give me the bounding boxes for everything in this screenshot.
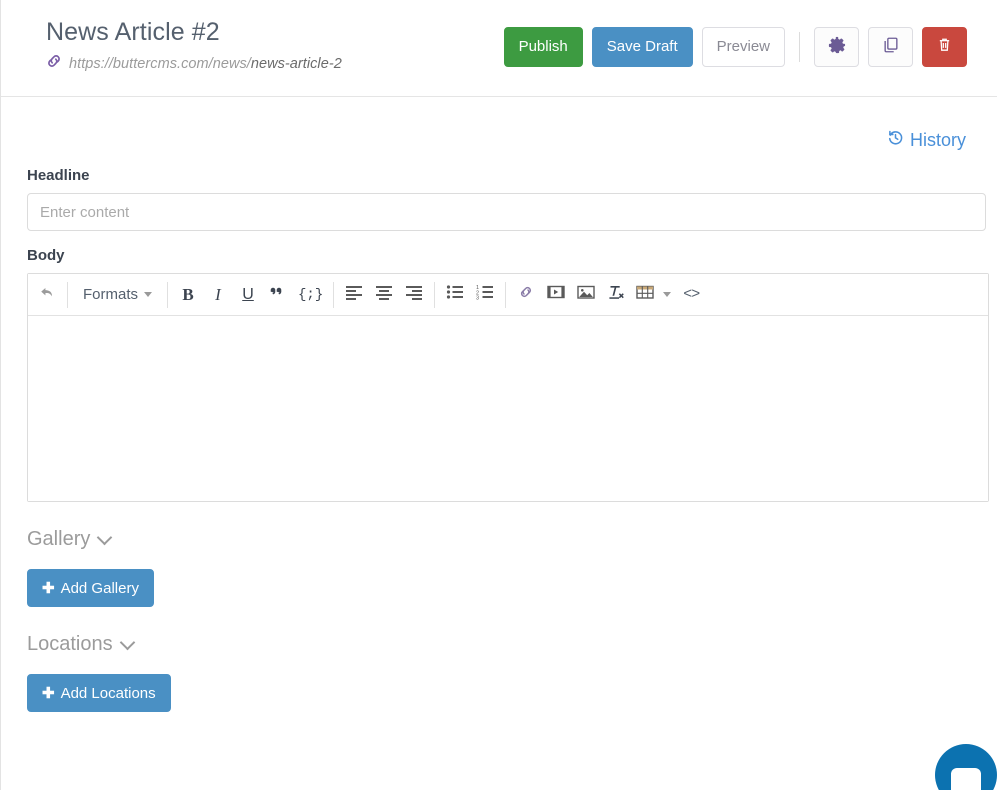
body-editor-content[interactable] <box>28 316 988 501</box>
history-row: History <box>27 97 971 151</box>
header-actions: Publish Save Draft Preview <box>503 27 967 67</box>
body-label: Body <box>27 247 65 264</box>
chevron-down-icon <box>144 292 153 297</box>
delete-button[interactable] <box>922 27 967 67</box>
insert-video-icon <box>547 284 565 305</box>
section-header-locations[interactable]: Locations <box>27 633 971 656</box>
chevron-down-icon <box>119 634 135 650</box>
undo-button[interactable] <box>32 279 62 311</box>
page-url-text: https://buttercms.com/news/news-article-… <box>69 56 342 72</box>
clear-formatting-icon <box>607 284 625 306</box>
source-code-icon: <> <box>683 286 700 303</box>
blockquote-button[interactable] <box>263 279 293 311</box>
add-gallery-label: Add Gallery <box>60 579 139 597</box>
numbered-list-icon: 1 2 3 <box>476 284 494 305</box>
headline-input[interactable] <box>27 193 986 231</box>
toolbar-separator <box>167 281 169 308</box>
editor-toolbar: Formats B I U {;} 1 2 3 <> <box>28 274 988 316</box>
page-header: News Article #2 https://buttercms.com/ne… <box>1 0 997 97</box>
app-root: News Article #2 https://buttercms.com/ne… <box>0 0 997 790</box>
action-divider <box>799 32 800 62</box>
insert-link-button[interactable] <box>511 279 541 311</box>
preview-button[interactable]: Preview <box>701 27 785 67</box>
settings-button[interactable] <box>814 27 859 67</box>
toolbar-separator <box>333 281 335 308</box>
align-right-button[interactable] <box>399 279 429 311</box>
url-slug: news-article-2 <box>250 55 342 72</box>
section-title-gallery: Gallery <box>27 528 91 550</box>
headline-label: Headline <box>27 167 90 184</box>
add-gallery-button[interactable]: ✚ Add Gallery <box>27 569 154 607</box>
add-locations-button[interactable]: ✚ Add Locations <box>27 674 171 712</box>
svg-text:3: 3 <box>476 296 479 301</box>
bold-button[interactable]: B <box>173 279 203 311</box>
insert-image-icon <box>577 284 595 305</box>
plus-icon: ✚ <box>42 684 55 702</box>
section-header-gallery[interactable]: Gallery <box>27 528 971 551</box>
gear-icon <box>828 36 846 59</box>
chevron-down-icon <box>663 292 672 297</box>
history-link[interactable]: History <box>887 129 966 151</box>
save-draft-button[interactable]: Save Draft <box>591 27 693 67</box>
trash-icon <box>936 36 953 58</box>
toolbar-separator <box>505 281 507 308</box>
underline-icon: U <box>242 285 254 303</box>
history-label: History <box>909 129 966 150</box>
formats-dropdown[interactable]: Formats <box>73 279 162 311</box>
align-left-button[interactable] <box>339 279 369 311</box>
url-prefix: https://buttercms.com/news/ <box>69 55 251 72</box>
code-format-button[interactable]: {;} <box>293 279 328 311</box>
quote-icon <box>269 285 287 304</box>
insert-table-icon <box>636 284 654 305</box>
insert-video-button[interactable] <box>541 279 571 311</box>
italic-button[interactable]: I <box>203 279 233 311</box>
duplicate-button[interactable] <box>868 27 913 67</box>
chain-link-icon <box>46 53 62 74</box>
formats-label: Formats <box>83 286 139 303</box>
chat-widget-button[interactable] <box>935 744 997 790</box>
chat-bubble-icon <box>951 768 981 790</box>
chevron-down-icon <box>97 529 113 545</box>
bullet-list-button[interactable] <box>440 279 470 311</box>
title-block: News Article #2 https://buttercms.com/ne… <box>46 16 342 74</box>
publish-button[interactable]: Publish <box>503 27 583 67</box>
add-locations-label: Add Locations <box>60 684 156 702</box>
toolbar-separator <box>434 281 436 308</box>
source-code-button[interactable]: <> <box>676 279 706 311</box>
align-center-button[interactable] <box>369 279 399 311</box>
italic-icon: I <box>215 284 221 304</box>
section-title-locations: Locations <box>27 633 113 655</box>
numbered-list-button[interactable]: 1 2 3 <box>470 279 500 311</box>
copy-icon <box>882 36 900 59</box>
body-editor: Formats B I U {;} 1 2 3 <> <box>27 273 989 502</box>
code-braces-icon: {;} <box>298 286 324 303</box>
bullet-list-icon <box>446 284 464 305</box>
page-content: History Headline Body Formats <box>1 97 997 712</box>
page-url-row[interactable]: https://buttercms.com/news/news-article-… <box>46 53 342 74</box>
clear-formatting-button[interactable] <box>601 279 631 311</box>
plus-icon: ✚ <box>42 579 55 597</box>
undo-clock-icon <box>887 129 904 151</box>
align-left-icon <box>345 284 363 305</box>
bold-icon: B <box>182 284 194 304</box>
underline-button[interactable]: U <box>233 279 263 311</box>
toolbar-separator <box>67 281 68 308</box>
undo-arrow-icon <box>38 283 57 307</box>
align-center-icon <box>375 284 393 305</box>
page-title: News Article #2 <box>46 18 220 46</box>
insert-table-button[interactable] <box>631 279 676 311</box>
insert-image-button[interactable] <box>571 279 601 311</box>
insert-link-icon <box>517 283 535 306</box>
align-right-icon <box>405 284 423 305</box>
